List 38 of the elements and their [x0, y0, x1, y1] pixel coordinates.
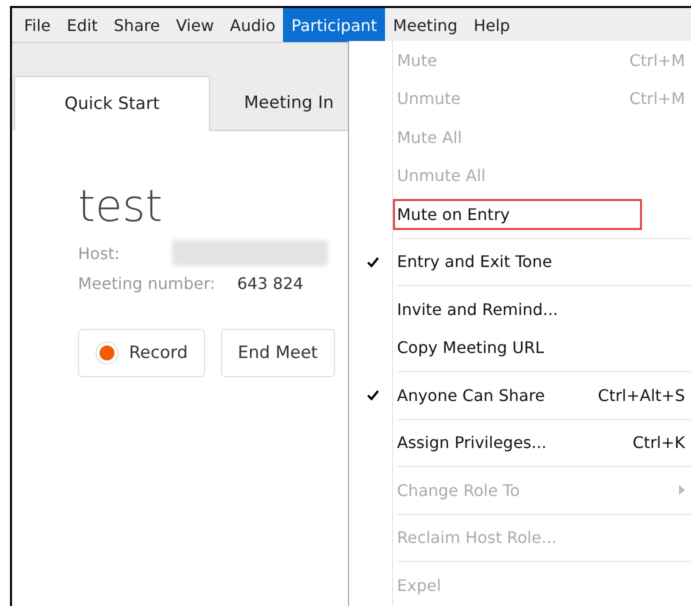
menu-item-label: Mute	[396, 50, 438, 72]
meeting-number: 643 824	[237, 274, 304, 293]
menu-item-label: Expel	[396, 574, 442, 597]
menu-item-label: Unmute All	[396, 165, 487, 188]
shortcut-label: Ctrl+K	[632, 433, 685, 452]
menu-bar-item[interactable]: Share	[106, 8, 168, 42]
menu-item[interactable]: Anyone Can Share Ctrl+Alt+S	[349, 376, 685, 414]
menu-item-label: Copy Meeting URL	[396, 337, 546, 360]
meeting-number-label: Meeting number:	[78, 274, 216, 293]
menu-bar-item[interactable]: File	[16, 8, 59, 42]
menu-item-label: Change Role To	[396, 480, 521, 502]
menu-bar-item[interactable]: Meeting	[385, 8, 466, 42]
menu-item-label: Mute on Entry	[395, 200, 640, 228]
menu-bar-item[interactable]: Edit	[58, 8, 106, 42]
menu-item[interactable]: Assign Privileges... Ctrl+K	[349, 424, 685, 462]
menu-item[interactable]: Invite and Remind...	[349, 290, 685, 328]
menu-item[interactable]: Mute on Entry	[349, 195, 685, 234]
end-meeting-button[interactable]: End Meet	[220, 329, 335, 377]
menu-bar-item[interactable]: Participant	[283, 8, 386, 42]
meeting-title: test	[78, 181, 164, 232]
record-button[interactable]: Record	[78, 329, 205, 377]
menu-bar-item[interactable]: View	[168, 8, 222, 42]
menu-item-label: Reclaim Host Role...	[396, 527, 558, 550]
host-label: Host:	[78, 244, 120, 262]
menu-item-label: Invite and Remind...	[396, 298, 559, 321]
submenu-arrow-icon	[679, 485, 685, 496]
menu-item-label: Assign Privileges...	[396, 432, 548, 454]
menu-bar-item[interactable]: Audio	[222, 8, 284, 42]
shortcut-label: Ctrl+M	[629, 50, 685, 70]
menu-item-label: Anyone Can Share	[396, 384, 546, 407]
record-icon	[95, 341, 119, 365]
shortcut-label: Ctrl+Alt+S	[598, 386, 685, 405]
menu-item-label: Entry and Exit Tone	[396, 251, 554, 274]
menu-bar-item[interactable]: Help	[466, 8, 518, 42]
tab[interactable]: Quick Start	[14, 76, 210, 131]
shortcut-label: Ctrl+M	[629, 89, 685, 108]
menu-item[interactable]: Entry and Exit Tone	[349, 242, 685, 281]
menu-item[interactable]: Copy Meeting URL	[349, 328, 685, 367]
